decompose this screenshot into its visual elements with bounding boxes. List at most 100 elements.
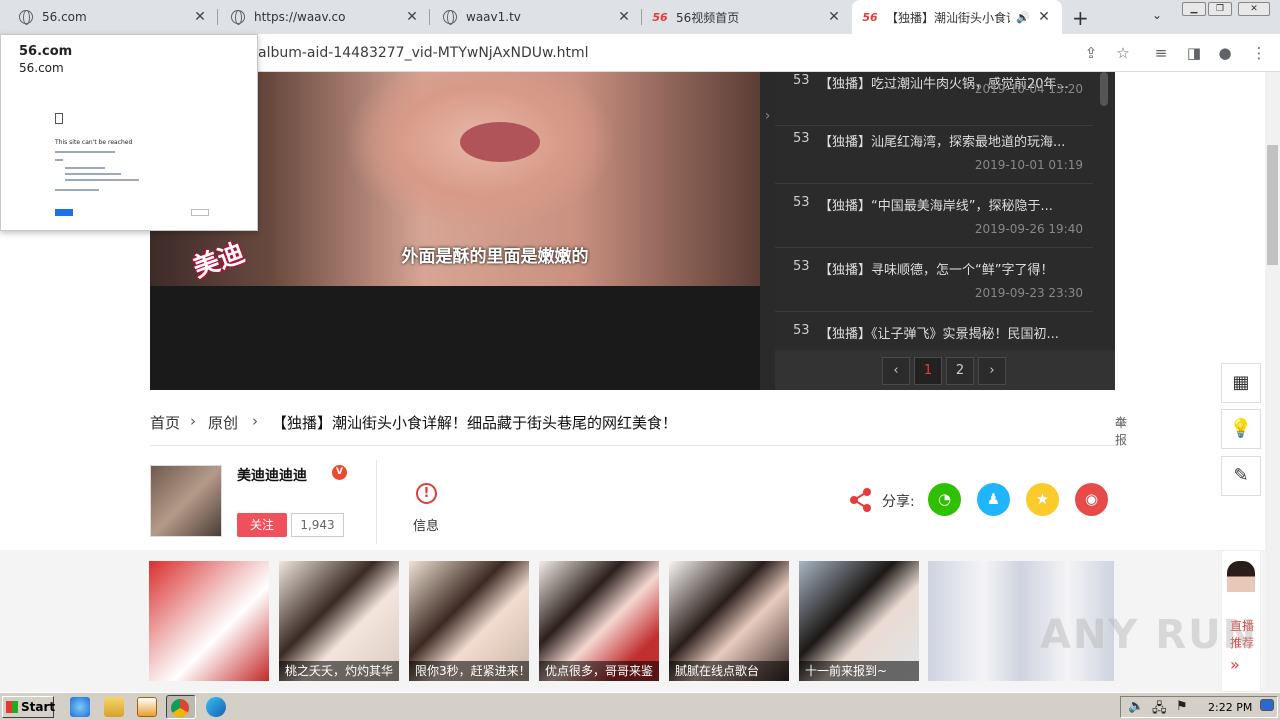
share-icon	[850, 488, 871, 512]
pager-page-2[interactable]: 2	[946, 357, 974, 385]
recommend-thumb[interactable]: 桃之夭夭，灼灼其华	[279, 561, 399, 681]
tab-waav-co[interactable]: https://waav.co ✕	[220, 0, 430, 34]
ie-icon[interactable]	[70, 697, 90, 717]
speaker-icon[interactable]: 🔊	[1016, 11, 1030, 24]
recommend-thumb[interactable]: 腻腻在线点歌台	[669, 561, 789, 681]
qzone-icon[interactable]: ★	[1026, 483, 1059, 516]
playlist-scrollbar[interactable]	[1100, 72, 1108, 106]
breadcrumb-category[interactable]: 原创	[208, 412, 238, 433]
tab-title: waav1.tv	[466, 10, 521, 24]
globe-icon	[230, 9, 246, 25]
side-panel-icon[interactable]: ◨	[1183, 42, 1205, 64]
tab-title: https://waav.co	[254, 10, 346, 24]
close-tab-icon[interactable]: ✕	[192, 9, 208, 25]
verified-badge-icon: V	[332, 465, 347, 480]
wechat-icon[interactable]: ◔	[928, 483, 961, 516]
menu-kebab-icon[interactable]: ⋮	[1248, 42, 1270, 64]
uploader-name[interactable]: 美迪迪迪迪	[237, 465, 307, 485]
preview-error-title: This site can't be reached	[55, 139, 133, 146]
edge-icon[interactable]	[206, 697, 226, 717]
uploader-avatar[interactable]	[150, 465, 222, 537]
chrome-icon	[171, 699, 189, 717]
recommend-thumb[interactable]: 十一前来报到~	[799, 561, 919, 681]
folder-icon[interactable]	[104, 697, 124, 717]
tab-56com[interactable]: 56.com ✕	[8, 0, 218, 34]
playlist-panel: 53 【独播】吃过潮汕牛肉火锅，感觉前20年... 2019-10-04 13:…	[775, 72, 1115, 390]
lightbulb-icon[interactable]: 💡	[1221, 409, 1261, 449]
live-avatar	[1227, 561, 1255, 605]
chevron-down-icon[interactable]: ⌄	[1152, 8, 1162, 22]
preview-line	[55, 189, 99, 191]
desktop-tray-icon[interactable]	[1260, 699, 1274, 711]
globe-icon	[18, 9, 34, 25]
playlist-item[interactable]: 53 【独播】寻味顺德，怎一个“鲜”字了得！ 2019-09-23 23:30	[775, 248, 1093, 312]
recommend-thumb[interactable]: 优点很多，哥哥来鉴	[539, 561, 659, 681]
recommend-thumb[interactable]	[149, 561, 269, 681]
close-tab-icon[interactable]: ✕	[1036, 9, 1052, 25]
page-scrollbar-thumb[interactable]	[1267, 145, 1278, 265]
close-tab-icon[interactable]: ✕	[826, 9, 842, 25]
tab-title: 56视频首页	[676, 10, 740, 25]
profile-avatar-icon[interactable]: ●	[1214, 42, 1236, 64]
close-window-icon[interactable]: ✕	[1238, 2, 1270, 16]
media-control-icon[interactable]: ≡	[1150, 42, 1172, 64]
edit-feedback-icon[interactable]: ✎	[1221, 456, 1261, 496]
preview-thumbnail: This site can't be reached	[53, 113, 213, 223]
windows-taskbar: Start 🔈 🖧 ⚑ 2:22 PM	[0, 692, 1280, 720]
playlist-item[interactable]: 53 【独播】汕尾红海湾，探索最地道的玩海... 2019-10-01 01:1…	[775, 120, 1093, 184]
network-tray-icon[interactable]: 🖧	[1152, 699, 1167, 716]
recommend-thumb[interactable]: 限你3秒，赶紧进来！	[409, 561, 529, 681]
tab-56-home[interactable]: 56 56视频首页 ✕	[642, 0, 852, 34]
start-button[interactable]: Start	[2, 696, 55, 718]
address-bar[interactable]: album-aid-14483277_vid-MTYwNjAxNDUw.html	[258, 45, 589, 61]
info-label[interactable]: 信息	[413, 515, 439, 534]
speaker-tray-icon[interactable]: 🔈	[1128, 699, 1144, 714]
follower-count: 1,943	[291, 513, 344, 537]
recommend-caption: 腻腻在线点歌台	[669, 661, 789, 681]
sad-file-icon	[55, 113, 63, 124]
chevron-right-icon: ›	[252, 412, 258, 430]
playlist-item-title: 【独播】汕尾红海湾，探索最地道的玩海...	[819, 135, 1066, 150]
pager-next-button[interactable]: ›	[978, 357, 1006, 385]
follow-button[interactable]: 关注	[237, 513, 287, 537]
qq-icon[interactable]: ♟	[977, 483, 1010, 516]
globe-icon	[442, 9, 458, 25]
flag-tray-icon[interactable]: ⚑	[1176, 699, 1190, 714]
playlist-item[interactable]: 53 【独播】吃过潮汕牛肉火锅，感觉前20年... 2019-10-04 13:…	[775, 72, 1093, 126]
playlist-item[interactable]: 53 【独播】“中国最美海岸线”，探秘隐于... 2019-09-26 19:4…	[775, 184, 1093, 248]
playlist-pager: ‹ 1 2 ›	[775, 350, 1115, 390]
tab-title: 【独播】潮汕街头小食详解	[886, 10, 1010, 25]
restore-icon[interactable]: ❐	[1208, 2, 1232, 16]
qr-code-icon[interactable]: ▦	[1221, 363, 1261, 403]
playlist-item-date: 2019-09-23 23:30	[974, 286, 1083, 300]
preview-details-button	[191, 209, 209, 216]
preview-title: 56.com	[19, 44, 73, 59]
playlist-item-title: 【独播】寻味顺德，怎一个“鲜”字了得！	[819, 263, 1054, 278]
playlist-item-num: 53	[793, 323, 810, 338]
breadcrumb-home[interactable]: 首页	[150, 412, 180, 433]
breadcrumb: 首页 › 原创 › 【独播】潮汕街头小食详解！细品藏于街头巷尾的网红美食！ ⚠ …	[150, 410, 1127, 447]
recommend-caption: 桃之夭夭，灼灼其华	[279, 661, 399, 681]
share-page-icon[interactable]: ⇪	[1080, 42, 1102, 64]
close-tab-icon[interactable]: ✕	[616, 9, 632, 25]
pager-prev-button[interactable]: ‹	[882, 357, 910, 385]
tab-strip: 56.com ✕ https://waav.co ✕ waav1.tv ✕ 56…	[0, 0, 1280, 34]
new-tab-icon[interactable]: +	[1072, 6, 1089, 30]
tab-active-video[interactable]: 56 【独播】潮汕街头小食详解 🔊 ✕	[852, 0, 1062, 34]
close-tab-icon[interactable]: ✕	[404, 9, 420, 25]
playlist-collapse-button[interactable]: ›	[760, 72, 775, 390]
bookmark-star-icon[interactable]: ☆	[1112, 42, 1134, 64]
preview-line	[65, 173, 121, 175]
preview-line	[55, 151, 115, 153]
recommend-caption: 十一前来报到~	[799, 661, 919, 681]
report-label: 举报	[1115, 416, 1128, 447]
weibo-icon[interactable]: ◉	[1075, 483, 1108, 516]
divider	[376, 460, 377, 544]
pager-page-1[interactable]: 1	[914, 357, 942, 385]
playlist-item-num: 53	[793, 131, 810, 146]
media-player-icon[interactable]	[137, 697, 157, 717]
info-alert-icon[interactable]: !	[416, 483, 437, 504]
tab-waav1-tv[interactable]: waav1.tv ✕	[432, 0, 642, 34]
share-label: 分享:	[882, 494, 915, 510]
minimize-icon[interactable]: ▁	[1182, 2, 1206, 16]
